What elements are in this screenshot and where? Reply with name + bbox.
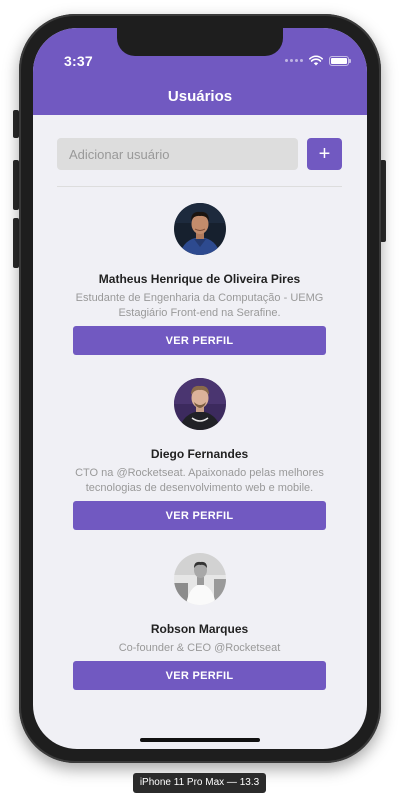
user-card: Robson Marques Co-founder & CEO @Rockets… xyxy=(73,553,326,690)
user-name: Robson Marques xyxy=(150,622,249,636)
avatar[interactable] xyxy=(173,553,226,605)
battery-icon xyxy=(329,55,351,66)
phone-frame: 3:37 Usuários + xyxy=(19,14,381,763)
user-name: Diego Fernandes xyxy=(150,447,249,461)
status-time: 3:37 xyxy=(64,53,93,69)
user-bio: CTO na @Rocketseat. Apaixonado pelas mel… xyxy=(75,467,324,494)
user-card: Diego Fernandes CTO na @Rocketseat. Apai… xyxy=(73,378,326,530)
user-photo xyxy=(173,203,226,255)
status-icons xyxy=(285,55,351,66)
form-divider xyxy=(57,186,342,187)
user-photo xyxy=(173,378,226,430)
user-bio: Co-founder & CEO @Rocketseat xyxy=(118,642,281,654)
view-profile-button[interactable]: VER PERFIL xyxy=(73,501,326,530)
avatar[interactable] xyxy=(173,203,226,255)
cellular-signal-icon xyxy=(285,59,303,62)
user-photo xyxy=(173,553,226,605)
user-bio: Estudante de Engenharia da Computação - … xyxy=(75,292,324,319)
view-profile-button[interactable]: VER PERFIL xyxy=(73,326,326,355)
add-user-input[interactable] xyxy=(57,138,298,170)
home-indicator[interactable] xyxy=(140,738,260,742)
camera-notch xyxy=(117,28,283,56)
simulator-stage: 3:37 Usuários + xyxy=(0,0,400,799)
device-label: iPhone 11 Pro Max — 13.3 xyxy=(133,773,266,793)
app-screen: 3:37 Usuários + xyxy=(33,28,367,749)
add-user-button[interactable]: + xyxy=(307,138,342,170)
add-user-form: + xyxy=(57,138,342,170)
user-card: Matheus Henrique de Oliveira Pires Estud… xyxy=(73,203,326,355)
avatar[interactable] xyxy=(173,378,226,430)
wifi-icon xyxy=(309,55,323,66)
page-title: Usuários xyxy=(167,88,233,105)
view-profile-button[interactable]: VER PERFIL xyxy=(73,661,326,690)
user-name: Matheus Henrique de Oliveira Pires xyxy=(98,272,301,286)
